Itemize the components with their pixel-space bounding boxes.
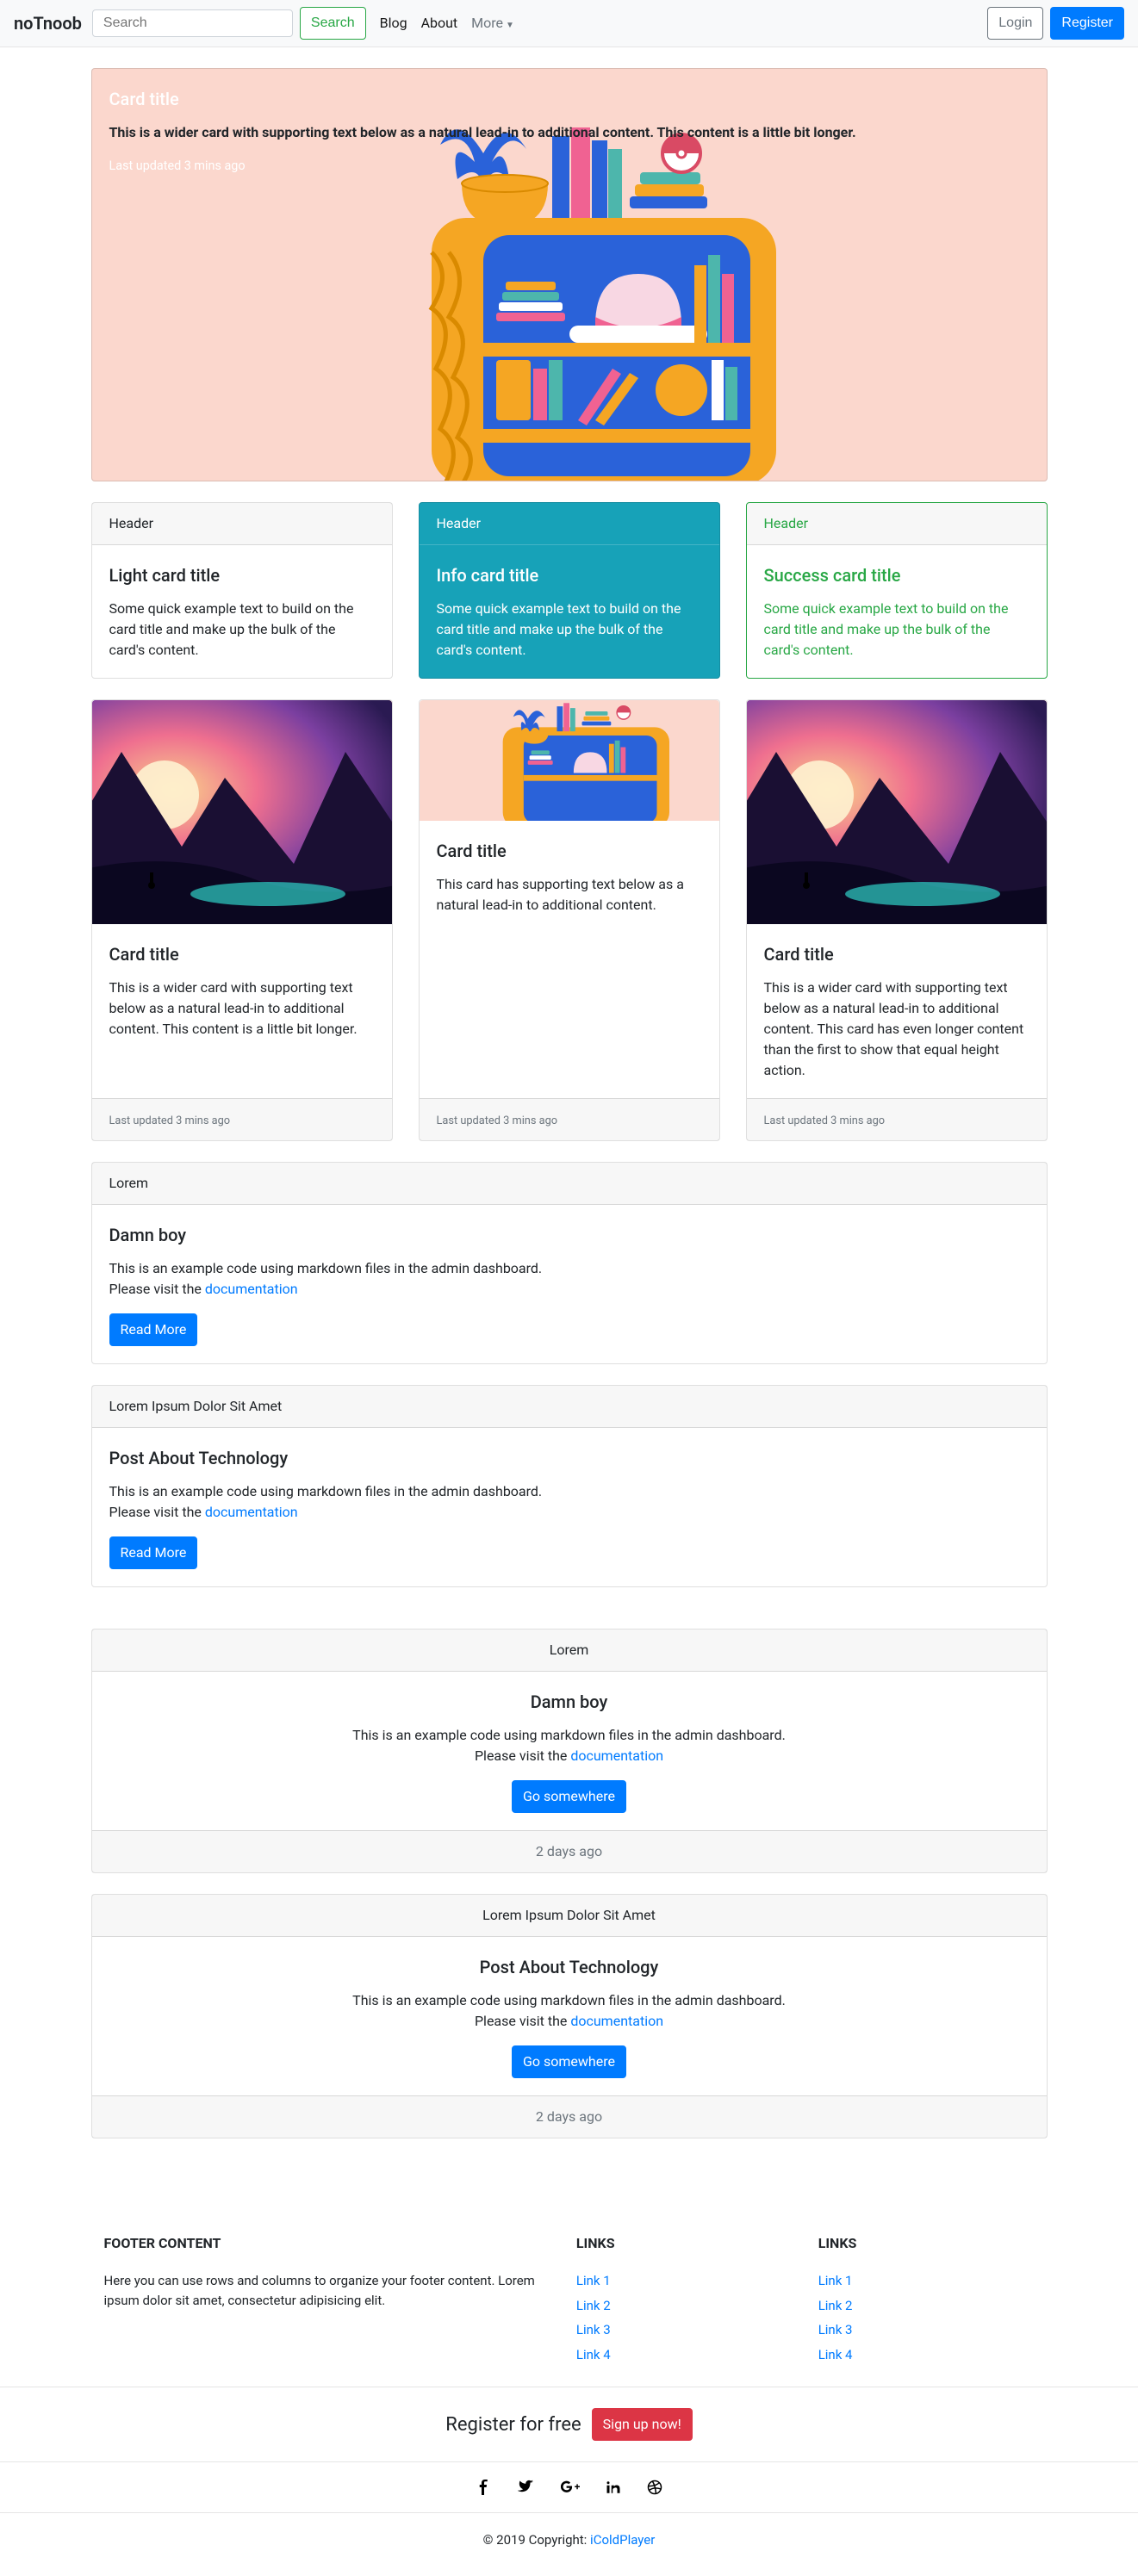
landscape-image [92, 700, 392, 924]
hero-card-text: This is a wider card with supporting tex… [109, 122, 1029, 143]
nav-link-blog[interactable]: Blog [380, 13, 407, 34]
go-somewhere-button[interactable]: Go somewhere [512, 1780, 626, 1813]
card-footer-text: Last updated 3 mins ago [764, 1114, 886, 1127]
nav-more-label: More [471, 15, 503, 31]
post-card-centered: Lorem Ipsum Dolor Sit Amet Post About Te… [91, 1894, 1048, 2138]
chevron-down-icon: ▼ [506, 21, 514, 30]
copyright: © 2019 Copyright: iColdPlayer [0, 2513, 1138, 2576]
image-card: Card title This is a wider card with sup… [746, 699, 1048, 1141]
card-header: Header [747, 503, 1047, 545]
search-input[interactable] [92, 9, 293, 37]
card-header: Header [92, 503, 392, 545]
nav-dropdown-more[interactable]: More▼ [471, 13, 514, 34]
image-card: Card title This card has supporting text… [419, 699, 720, 1141]
card-text: Some quick example text to build on the … [109, 599, 375, 661]
card-header: Lorem Ipsum Dolor Sit Amet [92, 1386, 1047, 1428]
footer-links-heading: Links [576, 2233, 793, 2254]
navbar: noTnoob Search Blog About More▼ Login Re… [0, 0, 1138, 47]
card-title: Info card title [437, 562, 702, 588]
cta-text: Register for free [445, 2411, 581, 2439]
social-row [0, 2462, 1138, 2512]
read-more-button[interactable]: Read More [109, 1313, 198, 1346]
footer-content-heading: Footer Content [104, 2233, 550, 2254]
linkedin-icon[interactable] [606, 2480, 621, 2495]
dribbble-icon[interactable] [647, 2480, 662, 2495]
themed-card-deck: Header Light card title Some quick examp… [91, 502, 1048, 679]
post-body: This is an example code using markdown f… [109, 1725, 1029, 1766]
card-text: This is a wider card with supporting tex… [109, 978, 375, 1040]
footer-links-list: Link 1 Link 2 Link 3 Link 4 [818, 2271, 1035, 2364]
documentation-link[interactable]: documentation [570, 2013, 663, 2029]
post-title: Damn boy [109, 1222, 1029, 1248]
card-title: Light card title [109, 562, 375, 588]
cta-row: Register for free Sign up now! [0, 2387, 1138, 2461]
hero-card-updated: Last updated 3 mins ago [109, 157, 1029, 176]
image-card: Card title This is a wider card with sup… [91, 699, 393, 1141]
post-card: Lorem Damn boy This is an example code u… [91, 1162, 1048, 1364]
post-card-centered: Lorem Damn boy This is an example code u… [91, 1629, 1048, 1873]
post-body: This is an example code using markdown f… [109, 1990, 1029, 2032]
card-text: Some quick example text to build on the … [764, 599, 1029, 661]
card-footer-text: Last updated 3 mins ago [109, 1114, 231, 1127]
documentation-link[interactable]: documentation [205, 1504, 298, 1520]
card-header: Lorem [92, 1163, 1047, 1205]
copyright-link[interactable]: iColdPlayer [590, 2532, 655, 2548]
signup-button[interactable]: Sign up now! [592, 2408, 693, 2441]
card-text: This card has supporting text below as a… [437, 874, 702, 916]
post-title: Post About Technology [109, 1445, 1029, 1471]
footer-link[interactable]: Link 1 [818, 2273, 853, 2288]
info-card: Header Info card title Some quick exampl… [419, 502, 720, 679]
footer-content-text: Here you can use rows and columns to org… [104, 2271, 550, 2310]
search-button[interactable]: Search [300, 7, 366, 40]
card-header: Lorem [92, 1629, 1047, 1672]
card-text: This is a wider card with supporting tex… [764, 978, 1029, 1081]
twitter-icon[interactable] [518, 2480, 535, 2495]
documentation-link[interactable]: documentation [570, 1747, 663, 1764]
documentation-link[interactable]: documentation [205, 1281, 298, 1297]
footer-link[interactable]: Link 2 [576, 2298, 611, 2313]
card-footer-text: Last updated 3 mins ago [437, 1114, 558, 1127]
read-more-button[interactable]: Read More [109, 1536, 198, 1569]
hero-card: Card title This is a wider card with sup… [91, 68, 1048, 481]
page-footer: Footer Content Here you can use rows and… [0, 2207, 1138, 2576]
card-title: Card title [109, 941, 375, 967]
footer-links-list: Link 1 Link 2 Link 3 Link 4 [576, 2271, 793, 2364]
card-footer-text: 2 days ago [92, 1830, 1047, 1872]
login-button[interactable]: Login [987, 7, 1043, 40]
card-title: Card title [764, 941, 1029, 967]
card-footer-text: 2 days ago [92, 2095, 1047, 2138]
post-body: This is an example code using markdown f… [109, 1258, 1029, 1300]
footer-link[interactable]: Link 4 [576, 2347, 611, 2362]
go-somewhere-button[interactable]: Go somewhere [512, 2045, 626, 2078]
bookshelf-image [420, 700, 719, 821]
card-title: Card title [437, 838, 702, 864]
facebook-icon[interactable] [476, 2480, 492, 2495]
post-card: Lorem Ipsum Dolor Sit Amet Post About Te… [91, 1385, 1048, 1587]
register-button[interactable]: Register [1050, 7, 1124, 40]
card-text: Some quick example text to build on the … [437, 599, 702, 661]
card-header: Lorem Ipsum Dolor Sit Amet [92, 1895, 1047, 1937]
nav-links: Blog About More▼ [380, 13, 514, 34]
card-header: Header [420, 503, 719, 545]
footer-link[interactable]: Link 3 [818, 2322, 853, 2337]
success-card: Header Success card title Some quick exa… [746, 502, 1048, 679]
footer-links-heading: Links [818, 2233, 1035, 2254]
google-plus-icon[interactable] [561, 2480, 580, 2495]
nav-link-about[interactable]: About [421, 13, 458, 34]
footer-link[interactable]: Link 1 [576, 2273, 611, 2288]
post-title: Post About Technology [109, 1954, 1029, 1980]
brand-logo[interactable]: noTnoob [14, 10, 82, 36]
landscape-image [747, 700, 1047, 924]
footer-link[interactable]: Link 4 [818, 2347, 853, 2362]
card-title: Success card title [764, 562, 1029, 588]
hero-card-title: Card title [109, 86, 1029, 112]
post-body: This is an example code using markdown f… [109, 1481, 1029, 1523]
image-card-deck: Card title This is a wider card with sup… [91, 699, 1048, 1141]
light-card: Header Light card title Some quick examp… [91, 502, 393, 679]
footer-link[interactable]: Link 2 [818, 2298, 853, 2313]
footer-link[interactable]: Link 3 [576, 2322, 611, 2337]
post-title: Damn boy [109, 1689, 1029, 1715]
